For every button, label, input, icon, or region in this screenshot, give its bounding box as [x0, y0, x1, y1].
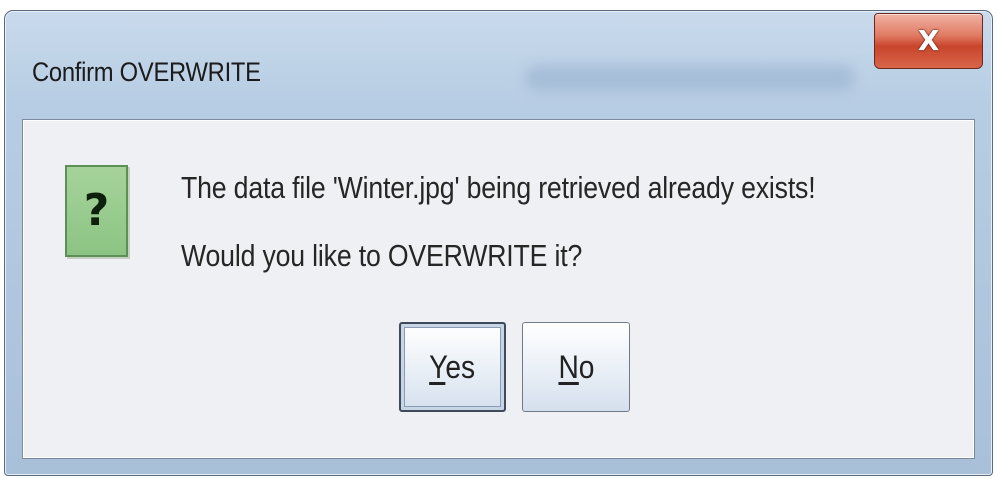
dialog-content: ? The data file 'Winter.jpg' being retri… [22, 119, 975, 459]
yes-button-label: Yes [430, 349, 476, 386]
close-icon: X [917, 24, 940, 57]
title-bar[interactable]: Confirm OVERWRITE X [5, 11, 992, 121]
message-line-2: Would you like to OVERWRITE it? [181, 238, 583, 273]
close-button[interactable]: X [874, 13, 983, 69]
yes-button[interactable]: Yes [399, 322, 506, 412]
window-title: Confirm OVERWRITE [32, 57, 261, 87]
question-mark-glyph: ? [83, 185, 110, 236]
message-line-1: The data file 'Winter.jpg' being retriev… [181, 170, 816, 205]
yes-mnemonic: Y [429, 348, 446, 385]
title-bar-glare [525, 65, 855, 91]
no-button-label: No [558, 349, 594, 386]
yes-label-rest: es [445, 348, 476, 385]
question-icon: ? [65, 165, 128, 257]
no-mnemonic: N [558, 348, 579, 385]
no-label-rest: o [578, 348, 594, 385]
dialog-window: Confirm OVERWRITE X ? The data file 'Win… [4, 10, 993, 476]
no-button[interactable]: No [522, 322, 630, 412]
